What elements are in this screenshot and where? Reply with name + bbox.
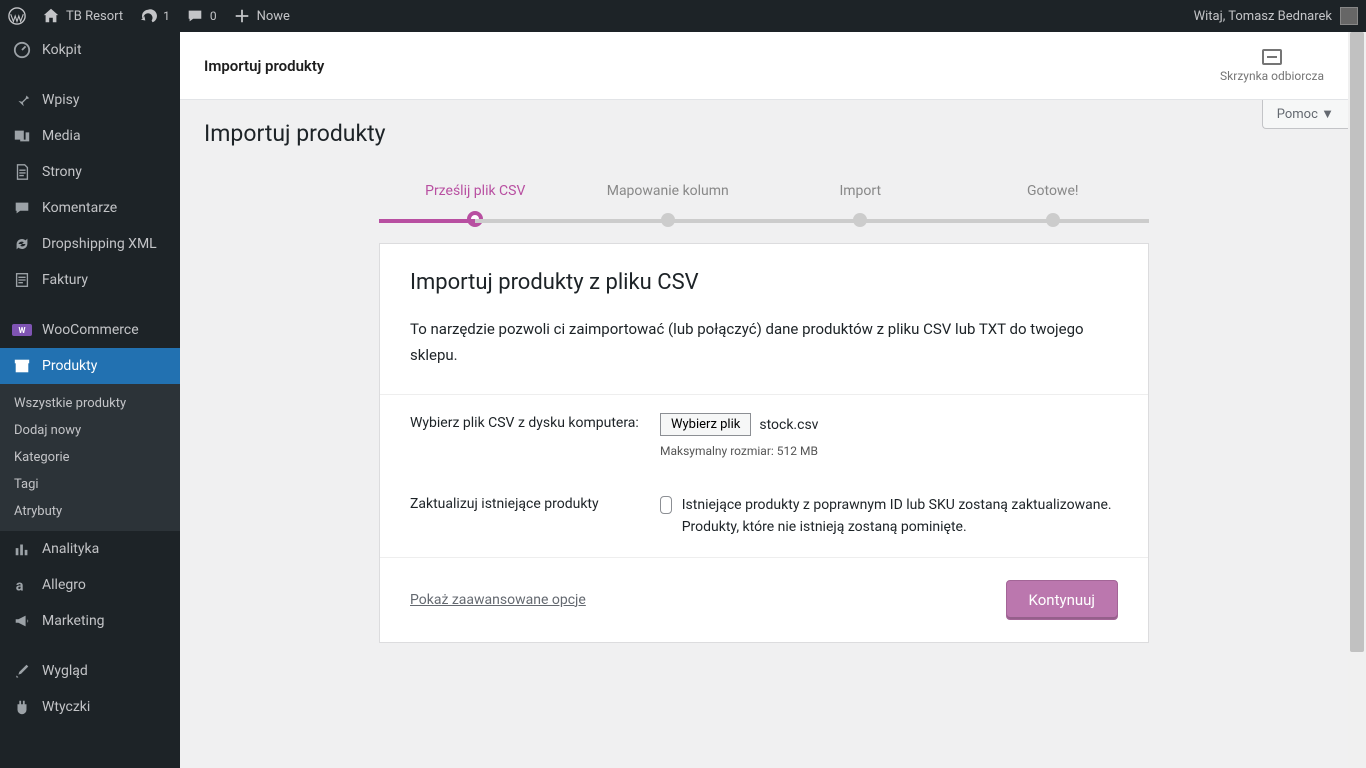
update-row: Zaktualizuj istniejące produkty Istnieją… [380,476,1148,557]
max-size-hint: Maksymalny rozmiar: 512 MB [660,444,1118,458]
inbox-label: Skrzynka odbiorcza [1220,69,1324,83]
vertical-scrollbar[interactable] [1348,32,1366,768]
woo-icon: W [12,320,32,340]
card-description: To narzędzie pozwoli ci zaimportować (lu… [410,317,1118,368]
admin-bar: TB Resort 1 0 Nowe Witaj, Tomasz Bednare… [0,0,1366,32]
inbox-button[interactable]: Skrzynka odbiorcza [1220,49,1324,83]
sidebar-submenu-produkty: Wszystkie produkty Dodaj nowy Kategorie … [0,384,180,531]
sidebar-item-faktury[interactable]: Faktury [0,262,180,298]
inbox-icon [1262,49,1282,65]
updates-link[interactable]: 1 [131,0,178,32]
comments-count: 0 [210,9,217,23]
new-label: Nowe [257,9,290,24]
sidebar-item-allegro[interactable]: a Allegro [0,567,180,603]
admin-sidebar: Kokpit Wpisy Media Strony Komentarze Dro… [0,32,180,768]
import-card: Importuj produkty z pliku CSV To narzędz… [379,243,1149,643]
wp-logo[interactable] [0,0,34,32]
sidebar-item-wpisy[interactable]: Wpisy [0,82,180,118]
step-import: Import [764,183,957,223]
help-button[interactable]: Pomoc ▼ [1262,100,1348,129]
sidebar-item-marketing[interactable]: Marketing [0,603,180,639]
sidebar-item-analityka[interactable]: Analityka [0,531,180,567]
chosen-file-name: stock.csv [759,417,818,433]
sidebar-item-produkty[interactable]: Produkty [0,348,180,384]
megaphone-icon [12,611,32,631]
update-existing-checkbox[interactable] [660,496,672,514]
sidebar-item-label: Wygląd [42,663,88,679]
dashboard-icon [12,40,32,60]
brush-icon [12,661,32,681]
svg-text:a: a [16,577,24,594]
plugin-icon [12,697,32,717]
sidebar-item-label: Produkty [42,358,97,374]
submenu-atrybuty[interactable]: Atrybuty [0,498,180,525]
site-name-link[interactable]: TB Resort [34,0,131,32]
media-icon [12,126,32,146]
sidebar-item-label: Media [42,128,81,144]
sidebar-item-label: WooCommerce [42,322,139,338]
comments-icon [12,198,32,218]
help-tab: Pomoc ▼ [1262,100,1348,129]
pages-icon [12,162,32,182]
site-name-label: TB Resort [66,9,123,24]
sidebar-item-label: Wpisy [42,92,80,108]
sidebar-item-kokpit[interactable]: Kokpit [0,32,180,68]
sidebar-item-woocommerce[interactable]: W WooCommerce [0,312,180,348]
archive-icon [12,356,32,376]
submenu-tagi[interactable]: Tagi [0,471,180,498]
continue-button[interactable]: Kontynuuj [1006,580,1118,620]
updates-count: 1 [163,9,170,23]
sidebar-item-label: Dropshipping XML [42,236,157,252]
step-done: Gotowe! [957,183,1150,223]
bar-title: Importuj produkty [204,57,324,75]
update-description: Istniejące produkty z poprawnym ID lub S… [682,494,1118,539]
sidebar-item-label: Wtyczki [42,699,90,715]
new-content-link[interactable]: Nowe [225,0,298,32]
allegro-icon: a [12,575,32,595]
avatar [1340,7,1358,25]
sidebar-item-komentarze[interactable]: Komentarze [0,190,180,226]
choose-file-button[interactable]: Wybierz plik [660,413,751,436]
file-row: Wybierz plik CSV z dysku komputera: Wybi… [380,395,1148,476]
invoice-icon [12,270,32,290]
card-title: Importuj produkty z pliku CSV [410,270,1118,295]
comments-link[interactable]: 0 [178,0,225,32]
sidebar-item-dropshipping[interactable]: Dropshipping XML [0,226,180,262]
import-stepper: Prześlij plik CSV Mapowanie kolumn Impor… [379,183,1149,223]
sidebar-item-label: Faktury [42,272,88,288]
sidebar-item-wyglad[interactable]: Wygląd [0,653,180,689]
page-header-bar: Importuj produkty Skrzynka odbiorcza [180,32,1348,100]
sidebar-item-label: Kokpit [42,42,82,58]
pin-icon [12,90,32,110]
sidebar-item-strony[interactable]: Strony [0,154,180,190]
sidebar-item-media[interactable]: Media [0,118,180,154]
step-upload: Prześlij plik CSV [379,183,572,223]
submenu-wszystkie-produkty[interactable]: Wszystkie produkty [0,390,180,417]
show-advanced-link[interactable]: Pokaż zaawansowane opcje [410,592,586,608]
submenu-kategorie[interactable]: Kategorie [0,444,180,471]
refresh-icon [12,234,32,254]
scrollbar-thumb[interactable] [1350,32,1364,652]
sidebar-item-label: Allegro [42,577,86,593]
content-area: Importuj produkty Skrzynka odbiorcza Pom… [180,32,1348,768]
sidebar-item-label: Marketing [42,613,105,629]
page-title: Importuj produkty [204,120,1324,147]
step-mapping: Mapowanie kolumn [572,183,765,223]
sidebar-item-label: Analityka [42,541,99,557]
sidebar-item-label: Komentarze [42,200,117,216]
stats-icon [12,539,32,559]
user-menu[interactable]: Witaj, Tomasz Bednarek [1194,7,1366,25]
submenu-dodaj-nowy[interactable]: Dodaj nowy [0,417,180,444]
greeting-label: Witaj, Tomasz Bednarek [1194,9,1332,24]
update-label: Zaktualizuj istniejące produkty [410,494,640,515]
sidebar-item-label: Strony [42,164,82,180]
file-label: Wybierz plik CSV z dysku komputera: [410,413,640,434]
sidebar-item-wtyczki[interactable]: Wtyczki [0,689,180,725]
